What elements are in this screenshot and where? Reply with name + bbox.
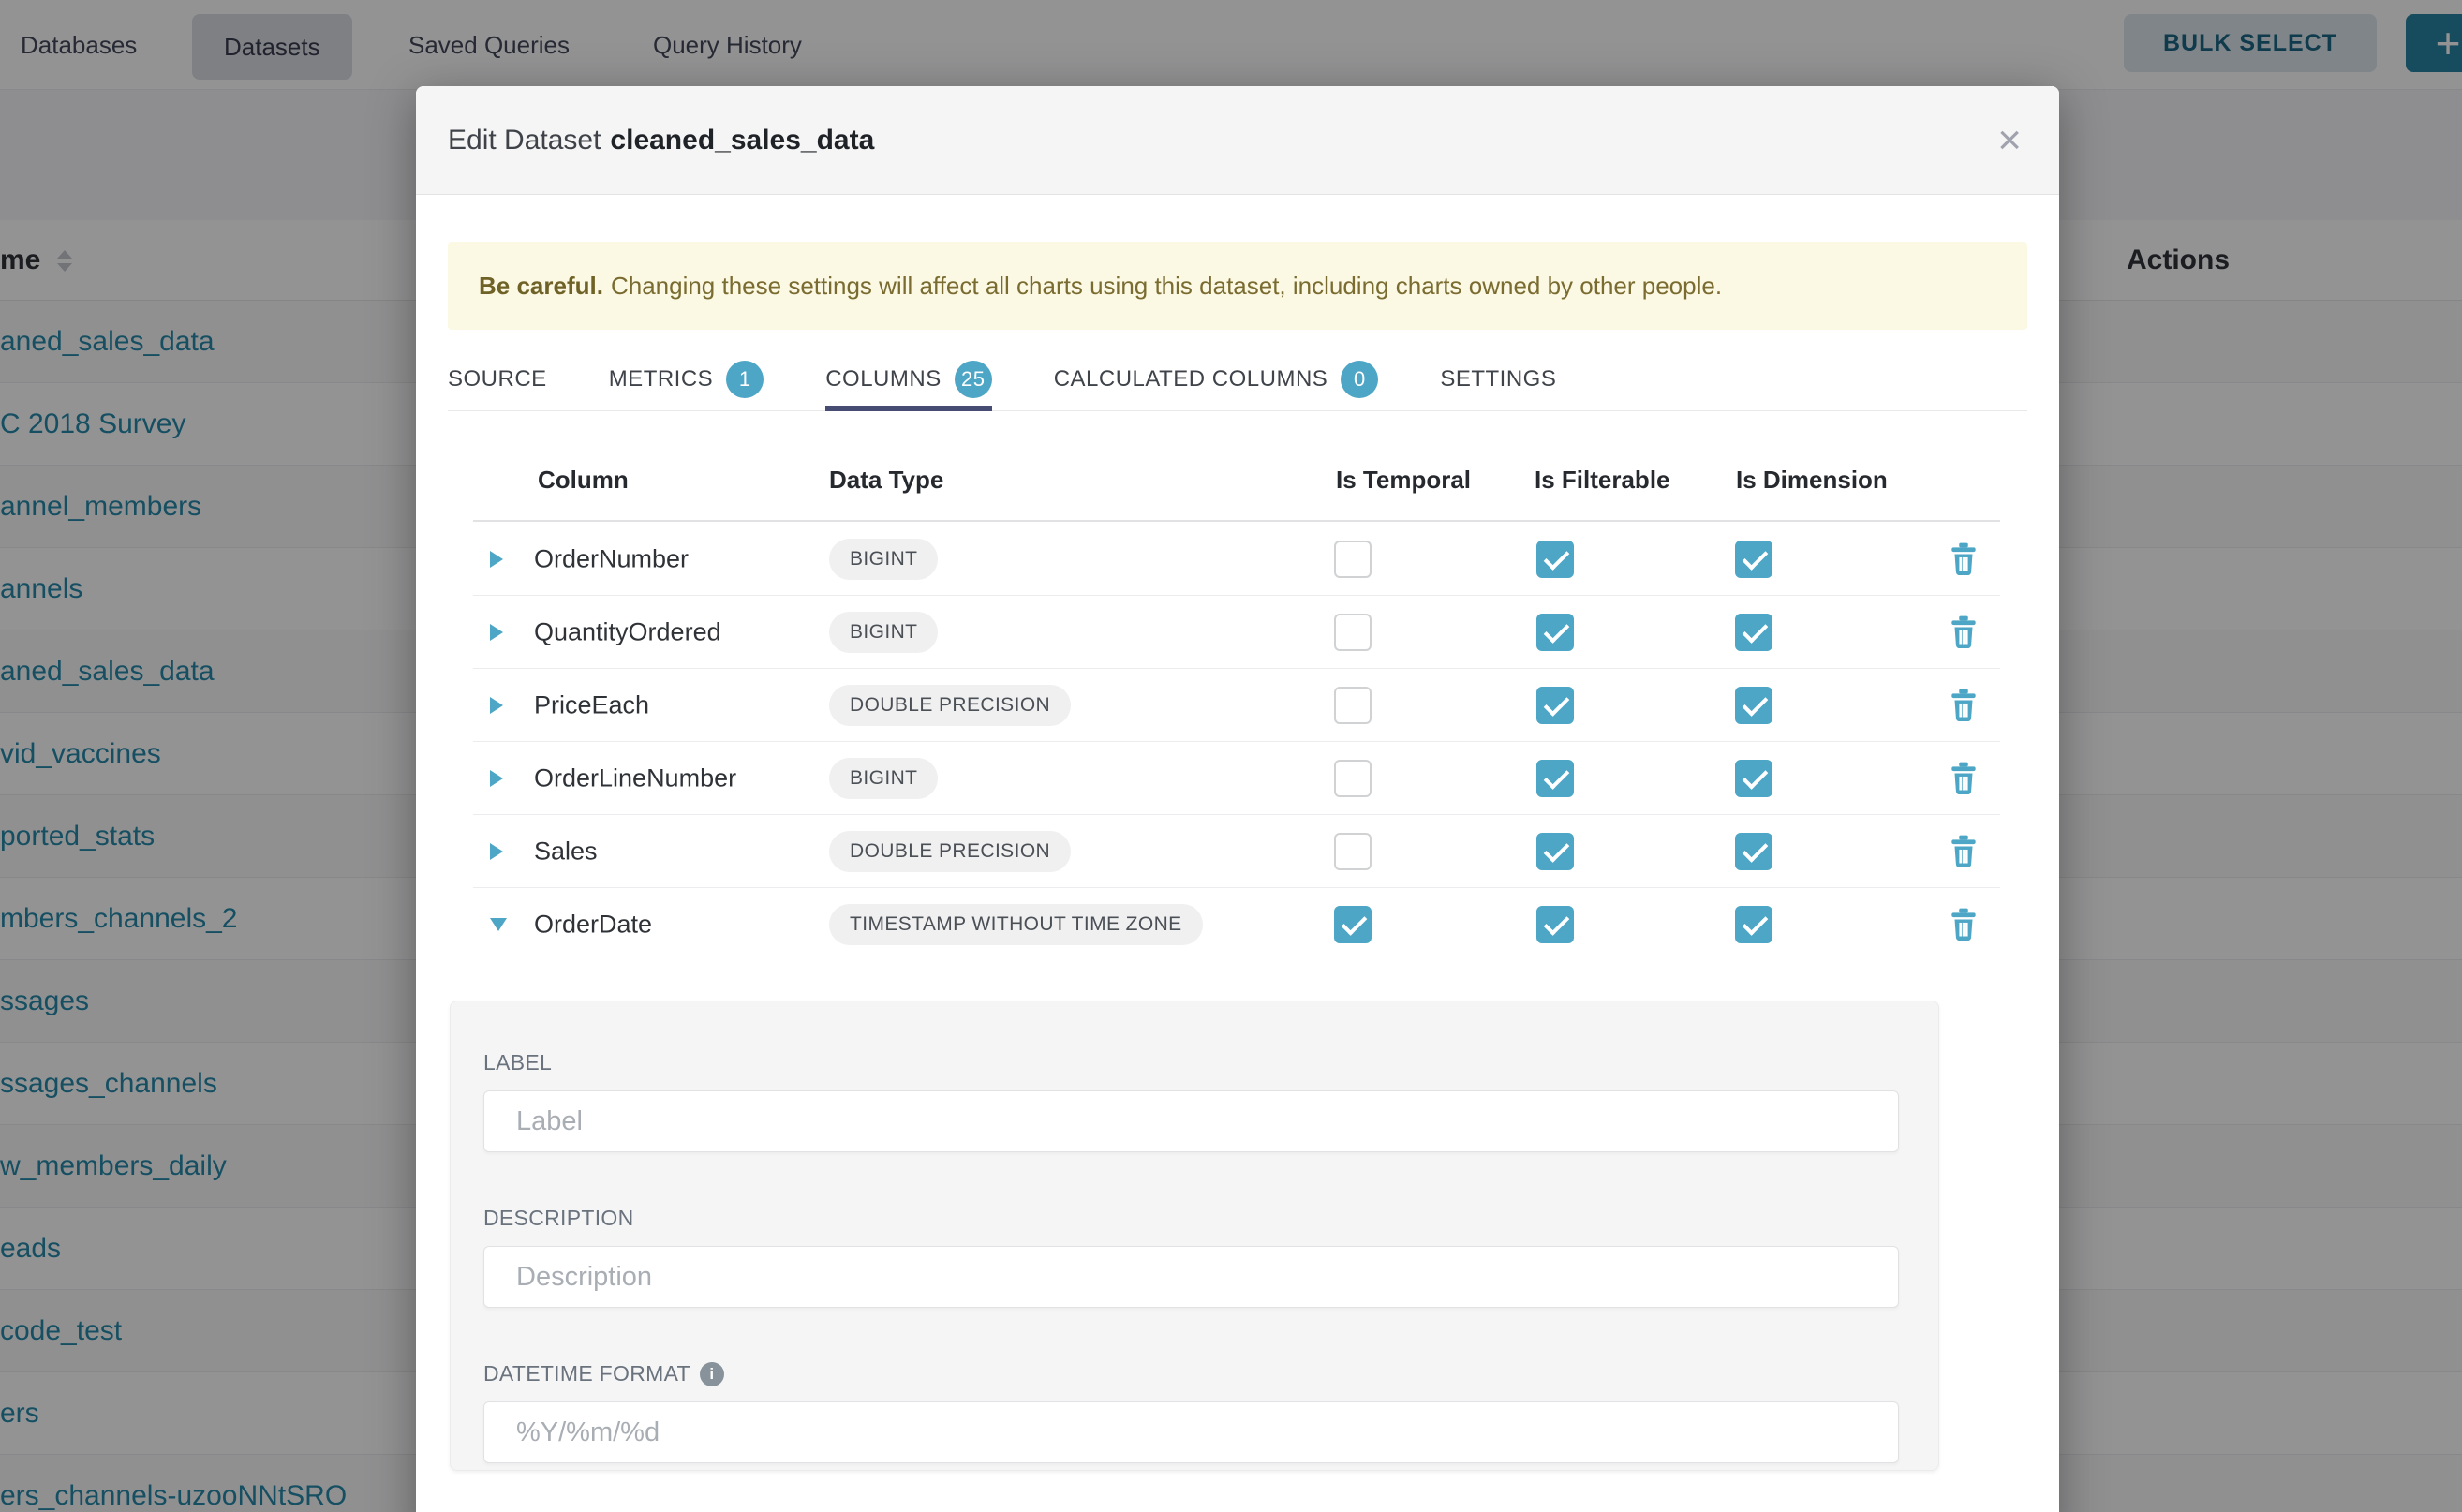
datetime-format-input[interactable] bbox=[483, 1401, 1899, 1463]
trash-icon bbox=[1946, 614, 1981, 651]
tab-count-badge: 1 bbox=[726, 361, 764, 398]
tab-calculated-columns[interactable]: CALCULATED COLUMNS 0 bbox=[1054, 348, 1379, 410]
data-type-pill: DOUBLE PRECISION bbox=[829, 685, 1071, 726]
modal-header: Edit Dataset cleaned_sales_data × bbox=[416, 86, 2059, 195]
tab-settings[interactable]: SETTINGS bbox=[1440, 348, 1556, 410]
delete-column-button[interactable] bbox=[1946, 687, 1981, 724]
edit-dataset-modal: Edit Dataset cleaned_sales_data × Be care… bbox=[416, 86, 2059, 1512]
description-field-label-text: DESCRIPTION bbox=[483, 1206, 633, 1231]
trash-icon bbox=[1946, 687, 1981, 724]
expand-caret-icon[interactable] bbox=[490, 624, 503, 641]
is-dimension-checkbox[interactable] bbox=[1735, 906, 1772, 943]
modal-title-prefix: Edit Dataset bbox=[448, 125, 601, 156]
tab-source[interactable]: SOURCE bbox=[448, 348, 547, 410]
is-dimension-checkbox[interactable] bbox=[1735, 833, 1772, 870]
datetime-format-field-label: DATETIME FORMAT i bbox=[483, 1361, 1899, 1386]
delete-column-button[interactable] bbox=[1946, 906, 1981, 943]
tab-label: COLUMNS bbox=[825, 366, 942, 393]
data-type-pill: BIGINT bbox=[829, 539, 938, 580]
label-field-label-text: LABEL bbox=[483, 1050, 552, 1075]
column-name: Sales bbox=[534, 838, 598, 867]
tab-label: SOURCE bbox=[448, 366, 547, 393]
tab-count-badge: 25 bbox=[955, 361, 992, 398]
is-temporal-checkbox[interactable] bbox=[1334, 541, 1372, 578]
column-name: QuantityOrdered bbox=[534, 618, 721, 647]
is-dimension-checkbox[interactable] bbox=[1735, 614, 1772, 651]
modal-title-dataset-name: cleaned_sales_data bbox=[610, 125, 874, 156]
columns-table-header-row: Column Data Type Is Temporal Is Filterab… bbox=[416, 466, 2059, 511]
column-name: OrderLineNumber bbox=[534, 764, 736, 793]
tab-columns[interactable]: COLUMNS 25 bbox=[825, 348, 992, 410]
modal-tab-bar: SOURCE METRICS 1 COLUMNS 25 CALCULATED C… bbox=[448, 348, 2027, 411]
tab-label: SETTINGS bbox=[1440, 366, 1556, 393]
data-type-pill: BIGINT bbox=[829, 758, 938, 799]
column-header-is-temporal: Is Temporal bbox=[1336, 466, 1471, 495]
data-type-pill: DOUBLE PRECISION bbox=[829, 831, 1071, 872]
tab-count-badge: 0 bbox=[1341, 361, 1378, 398]
column-name: PriceEach bbox=[534, 691, 649, 720]
info-icon[interactable]: i bbox=[700, 1362, 724, 1386]
datetime-format-label-text: DATETIME FORMAT bbox=[483, 1361, 690, 1386]
is-filterable-checkbox[interactable] bbox=[1536, 760, 1574, 797]
tab-metrics[interactable]: METRICS 1 bbox=[609, 348, 764, 410]
is-temporal-checkbox[interactable] bbox=[1334, 614, 1372, 651]
columns-table-body: OrderNumber BIGINT QuantityOrdered BIGIN… bbox=[416, 523, 2059, 961]
is-dimension-checkbox[interactable] bbox=[1735, 687, 1772, 724]
expand-caret-icon[interactable] bbox=[490, 918, 507, 931]
is-temporal-checkbox[interactable] bbox=[1334, 687, 1372, 724]
trash-icon bbox=[1946, 760, 1981, 797]
is-dimension-checkbox[interactable] bbox=[1735, 760, 1772, 797]
expand-caret-icon[interactable] bbox=[490, 843, 503, 860]
delete-column-button[interactable] bbox=[1946, 833, 1981, 870]
delete-column-button[interactable] bbox=[1946, 541, 1981, 578]
close-icon[interactable]: × bbox=[1997, 120, 2022, 161]
warning-banner: Be careful. Changing these settings will… bbox=[448, 242, 2027, 330]
is-temporal-checkbox[interactable] bbox=[1334, 833, 1372, 870]
trash-icon bbox=[1946, 906, 1981, 943]
column-row: QuantityOrdered BIGINT bbox=[416, 596, 2059, 669]
column-row: OrderLineNumber BIGINT bbox=[416, 742, 2059, 815]
is-temporal-checkbox[interactable] bbox=[1334, 906, 1372, 943]
column-header-is-dimension: Is Dimension bbox=[1736, 466, 1888, 495]
modal-title: Edit Dataset cleaned_sales_data bbox=[448, 125, 874, 156]
delete-column-button[interactable] bbox=[1946, 614, 1981, 651]
expand-caret-icon[interactable] bbox=[490, 551, 503, 568]
is-filterable-checkbox[interactable] bbox=[1536, 833, 1574, 870]
label-field-label: LABEL bbox=[483, 1050, 1899, 1075]
column-header-is-filterable: Is Filterable bbox=[1535, 466, 1670, 495]
expand-caret-icon[interactable] bbox=[490, 770, 503, 787]
tab-label: METRICS bbox=[609, 366, 714, 393]
is-filterable-checkbox[interactable] bbox=[1536, 614, 1574, 651]
column-row: Sales DOUBLE PRECISION bbox=[416, 815, 2059, 888]
warning-text: Changing these settings will affect all … bbox=[611, 272, 1722, 301]
description-input[interactable] bbox=[483, 1246, 1899, 1308]
column-name: OrderDate bbox=[534, 911, 652, 940]
column-header-data-type: Data Type bbox=[829, 466, 943, 495]
tab-label: CALCULATED COLUMNS bbox=[1054, 366, 1328, 393]
is-filterable-checkbox[interactable] bbox=[1536, 541, 1574, 578]
data-type-pill: BIGINT bbox=[829, 612, 938, 653]
is-filterable-checkbox[interactable] bbox=[1536, 687, 1574, 724]
column-header-column: Column bbox=[538, 466, 629, 495]
is-temporal-checkbox[interactable] bbox=[1334, 760, 1372, 797]
column-row: OrderNumber BIGINT bbox=[416, 523, 2059, 596]
data-type-pill: TIMESTAMP WITHOUT TIME ZONE bbox=[829, 904, 1203, 945]
warning-bold-text: Be careful. bbox=[479, 272, 603, 301]
column-name: OrderNumber bbox=[534, 545, 689, 574]
table-header-divider bbox=[473, 520, 2000, 522]
description-field-label: DESCRIPTION bbox=[483, 1206, 1899, 1231]
column-row: PriceEach DOUBLE PRECISION bbox=[416, 669, 2059, 742]
trash-icon bbox=[1946, 541, 1981, 578]
label-input[interactable] bbox=[483, 1090, 1899, 1152]
is-dimension-checkbox[interactable] bbox=[1735, 541, 1772, 578]
column-row: OrderDate TIMESTAMP WITHOUT TIME ZONE bbox=[416, 888, 2059, 961]
column-detail-panel: LABEL DESCRIPTION DATETIME FORMAT i bbox=[450, 1001, 1939, 1471]
expand-caret-icon[interactable] bbox=[490, 697, 503, 714]
is-filterable-checkbox[interactable] bbox=[1536, 906, 1574, 943]
delete-column-button[interactable] bbox=[1946, 760, 1981, 797]
trash-icon bbox=[1946, 833, 1981, 870]
